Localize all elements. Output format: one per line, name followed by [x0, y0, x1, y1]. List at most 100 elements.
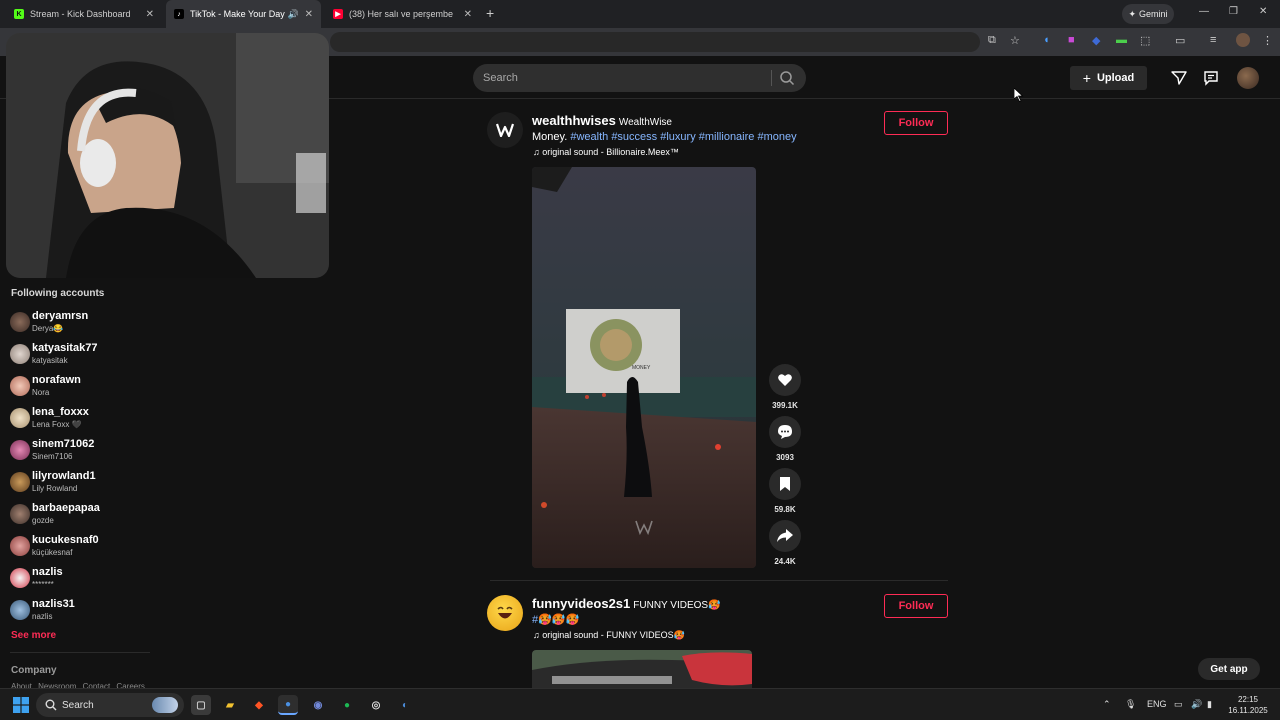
network-icon[interactable]: ▭ — [1174, 699, 1183, 710]
search-input[interactable] — [483, 64, 763, 92]
taskbar-search[interactable]: Search — [36, 693, 184, 717]
avatar — [10, 376, 30, 396]
follow-button[interactable]: Follow — [884, 594, 948, 618]
post-author[interactable]: wealthhwises WealthWise — [532, 113, 672, 128]
account-name: Nora — [32, 388, 50, 397]
account-username: lena_foxxx — [32, 406, 89, 418]
close-window-icon[interactable]: ✕ — [1259, 6, 1267, 17]
hashtag-link[interactable]: #millionaire — [699, 131, 755, 143]
taskbar-clock[interactable]: 22:15 16.11.2025 — [1224, 694, 1272, 716]
battery-icon[interactable]: ▮ — [1207, 699, 1212, 710]
hashtag-link[interactable]: #success — [611, 131, 657, 143]
install-app-icon[interactable]: ⧉ — [988, 34, 996, 47]
profile-avatar-icon[interactable] — [1236, 33, 1250, 47]
chrome-icon[interactable]: ● — [278, 695, 298, 715]
account-username: barbaepapaa — [32, 502, 100, 514]
post-sound-link[interactable]: ♫ original sound - Billionaire.Meex™ — [533, 147, 679, 157]
extension-green-icon[interactable]: ▬ — [1116, 34, 1127, 46]
webcam-overlay — [6, 33, 329, 278]
extensions-puzzle-icon[interactable]: ⬚ — [1140, 34, 1150, 47]
post-author-avatar[interactable] — [487, 595, 523, 631]
cast-icon[interactable]: ▭ — [1175, 34, 1185, 47]
sidebar-account-lena-foxxx[interactable]: lena_foxxx Lena Foxx 🖤 — [10, 404, 150, 434]
hashtag-link[interactable]: #money — [757, 131, 796, 143]
hashtag-link[interactable]: #luxury — [660, 131, 695, 143]
sidebar-account-katyasitak77[interactable]: katyasitak77 katyasitak — [10, 340, 150, 370]
tab-kick[interactable]: K Stream - Kick Dashboard ✕ — [6, 0, 162, 28]
share-button[interactable] — [769, 520, 801, 552]
sparkle-icon: ✦ — [1128, 8, 1137, 19]
account-name: katyasitak — [32, 356, 68, 365]
like-button[interactable] — [769, 364, 801, 396]
profile-avatar[interactable] — [1237, 67, 1259, 89]
close-icon[interactable]: ✕ — [464, 9, 472, 20]
save-button[interactable] — [769, 468, 801, 500]
close-icon[interactable]: ✕ — [305, 9, 313, 20]
video-player[interactable]: MONEY — [532, 167, 756, 568]
hashtag-link[interactable]: #🥵🥵🥵 — [532, 614, 579, 626]
get-app-button[interactable]: Get app — [1198, 658, 1260, 680]
new-tab-button[interactable]: + — [486, 5, 494, 21]
language-indicator[interactable]: ENG — [1147, 699, 1167, 709]
sidebar-account-sinem71062[interactable]: sinem71062 Sinem7106 — [10, 436, 150, 466]
avatar — [10, 504, 30, 524]
more-menu-icon[interactable]: ⋮ — [1262, 34, 1273, 47]
video-player[interactable] — [532, 650, 752, 688]
gemini-label: Gemini — [1139, 9, 1168, 19]
hashtag-link[interactable]: #wealth — [570, 131, 608, 143]
post-sound-link[interactable]: ♫ original sound - FUNNY VIDEOS🥵 — [533, 630, 685, 641]
windows-start-icon[interactable] — [13, 697, 29, 713]
minimize-icon[interactable]: — — [1199, 6, 1209, 17]
streamer-webcam-image — [6, 33, 329, 278]
close-icon[interactable]: ✕ — [146, 9, 154, 20]
avatar — [10, 344, 30, 364]
microphone-icon[interactable]: 🎙 — [1125, 699, 1136, 710]
discord-icon[interactable]: ◉ — [308, 695, 328, 715]
tab-tiktok[interactable]: ♪ TikTok - Make Your Day 🔊 ✕ — [166, 0, 321, 28]
post-author[interactable]: funnyvideos2s1 FUNNY VIDEOS🥵 — [532, 596, 721, 611]
post-username: wealthhwises — [532, 113, 616, 128]
tab-title: TikTok - Make Your Day — [190, 9, 285, 19]
sidebar-account-lilyrowland1[interactable]: lilyrowland1 Lily Rowland — [10, 468, 150, 498]
youtube-icon: ▶ — [333, 9, 343, 19]
upload-button[interactable]: + Upload — [1070, 66, 1147, 90]
maximize-icon[interactable]: ❐ — [1229, 6, 1238, 17]
post-author-avatar[interactable] — [487, 112, 523, 148]
browser-tabstrip: K Stream - Kick Dashboard ✕ ♪ TikTok - M… — [0, 0, 1280, 28]
comment-button[interactable] — [769, 416, 801, 448]
sidebar-account-nazlis31[interactable]: nazlis31 nazlis — [10, 596, 150, 626]
account-username: kucukesnaf0 — [32, 534, 99, 546]
steam-icon[interactable]: ◐ — [395, 695, 415, 715]
gemini-button[interactable]: ✦ Gemini — [1122, 4, 1174, 24]
follow-button[interactable]: Follow — [884, 111, 948, 135]
inbox-icon[interactable] — [1203, 70, 1219, 86]
sidebar-account-kucukesnaf0[interactable]: kucukesnaf0 küçükesnaf — [10, 532, 150, 562]
post-description: #🥵🥵🥵 — [532, 613, 579, 626]
search-icon[interactable] — [779, 70, 795, 86]
brave-browser-icon[interactable]: ◆ — [249, 695, 269, 715]
bookmark-star-icon[interactable]: ☆ — [1010, 34, 1020, 47]
file-explorer-icon[interactable]: ▰ — [220, 695, 240, 715]
media-controls-icon[interactable]: ≡ — [1210, 34, 1216, 46]
account-name: Lily Rowland — [32, 484, 78, 493]
extension-purple-icon[interactable]: ■ — [1068, 34, 1075, 46]
messages-send-icon[interactable] — [1171, 70, 1187, 86]
tab-youtube[interactable]: ▶ (38) Her salı ve perşembe ✕ — [325, 0, 480, 28]
sidebar-account-deryamrsn[interactable]: deryamrsn Derya😂 — [10, 308, 150, 338]
sidebar-account-nazlis[interactable]: nazlis ******* — [10, 564, 150, 594]
obs-icon[interactable]: ◎ — [366, 695, 386, 715]
see-more-link[interactable]: See more — [11, 630, 56, 641]
address-bar[interactable] — [330, 32, 980, 52]
search-icon — [45, 699, 57, 711]
sidebar-account-norafawn[interactable]: norafawn Nora — [10, 372, 150, 402]
extension-audio-icon[interactable]: ◖ — [1043, 34, 1050, 46]
speaker-icon[interactable]: 🔊 — [288, 9, 299, 20]
account-name: küçükesnaf — [32, 548, 73, 557]
tray-overflow-icon[interactable]: ⌃ — [1103, 699, 1111, 710]
volume-icon[interactable]: 🔊 — [1191, 699, 1202, 710]
sidebar-account-barbaepapaa[interactable]: barbaepapaa gozde — [10, 500, 150, 530]
task-view-icon[interactable]: ▢ — [191, 695, 211, 715]
avatar — [10, 600, 30, 620]
extension-blue-icon[interactable]: ◆ — [1092, 34, 1100, 47]
spotify-icon[interactable]: ● — [337, 695, 357, 715]
